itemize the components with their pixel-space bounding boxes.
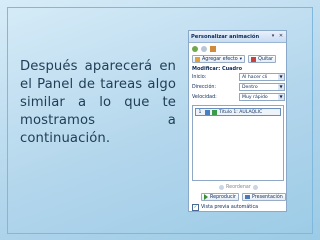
chevron-down-icon: ▼ [278, 74, 284, 80]
chevron-down-icon: ▼ [278, 84, 284, 90]
slideshow-label: Presentación [251, 194, 283, 200]
home-icon[interactable] [210, 45, 216, 52]
play-button[interactable]: Reproducir [201, 193, 239, 201]
speed-row: Velocidad: Muy rápido ▼ [192, 93, 285, 101]
autopreview-row: ✓ Vista previa automática [192, 204, 258, 211]
reorder-label: Reordenar [226, 185, 251, 190]
pane-title: Personalizar animación [191, 33, 260, 40]
back-icon[interactable] [192, 45, 198, 52]
list-item-label: Título 1: AULAQLIC [219, 109, 263, 115]
play-icon [204, 194, 208, 200]
mouse-icon [205, 109, 210, 115]
speed-select[interactable]: Muy rápido ▼ [239, 93, 285, 101]
slideshow-icon [244, 195, 250, 199]
custom-animation-pane: Personalizar animación ▾ ✕ Agregar efect… [188, 30, 287, 212]
start-select[interactable]: Al hacer cli ▼ [239, 73, 285, 81]
effect-icon [212, 109, 217, 115]
autopreview-label: Vista previa automática [201, 205, 259, 210]
play-label: Reproducir [210, 194, 236, 200]
pane-title-bar: Personalizar animación ▾ ✕ [189, 31, 286, 43]
close-icon[interactable]: ✕ [278, 33, 284, 39]
reorder-controls: Reordenar [219, 185, 258, 190]
playback-buttons: Reproducir Presentación [201, 193, 286, 201]
star-icon [195, 56, 200, 62]
remove-label: Quitar [258, 56, 274, 62]
add-effect-label: Agregar efecto [202, 56, 238, 62]
effect-buttons: Agregar efecto ▾ Quitar [192, 55, 277, 63]
move-up-icon[interactable] [219, 185, 224, 190]
remove-button[interactable]: Quitar [248, 55, 277, 63]
start-label: Inicio: [192, 74, 207, 80]
pane-controls: ▾ ✕ [270, 33, 284, 39]
add-effect-button[interactable]: Agregar efecto ▾ [192, 55, 246, 63]
direction-value: Dentro [242, 84, 258, 90]
direction-label: Dirección: [192, 84, 217, 90]
direction-select[interactable]: Dentro ▼ [239, 83, 285, 91]
slideshow-button[interactable]: Presentación [241, 193, 286, 201]
list-item-number: 1 [198, 109, 202, 115]
dropdown-icon[interactable]: ▾ [270, 33, 276, 39]
speed-value: Muy rápido [242, 94, 268, 100]
pane-nav [189, 43, 286, 54]
animation-list: 1 Título 1: AULAQLIC [192, 105, 284, 181]
chevron-down-icon: ▼ [278, 94, 284, 100]
speed-label: Velocidad: [192, 94, 217, 100]
start-row: Inicio: Al hacer cli ▼ [192, 73, 285, 81]
chevron-down-icon: ▾ [239, 56, 243, 62]
move-down-icon[interactable] [252, 185, 258, 190]
modify-label: Modificar: Cuadro [192, 66, 243, 72]
autopreview-checkbox[interactable]: ✓ [192, 204, 199, 211]
remove-icon [251, 56, 257, 62]
direction-row: Dirección: Dentro ▼ [192, 83, 285, 91]
slide-text: Después aparecerá en el Panel de tareas … [20, 59, 176, 146]
list-item[interactable]: 1 Título 1: AULAQLIC [195, 108, 281, 116]
forward-icon[interactable] [201, 45, 207, 52]
start-value: Al hacer cli [242, 74, 268, 80]
